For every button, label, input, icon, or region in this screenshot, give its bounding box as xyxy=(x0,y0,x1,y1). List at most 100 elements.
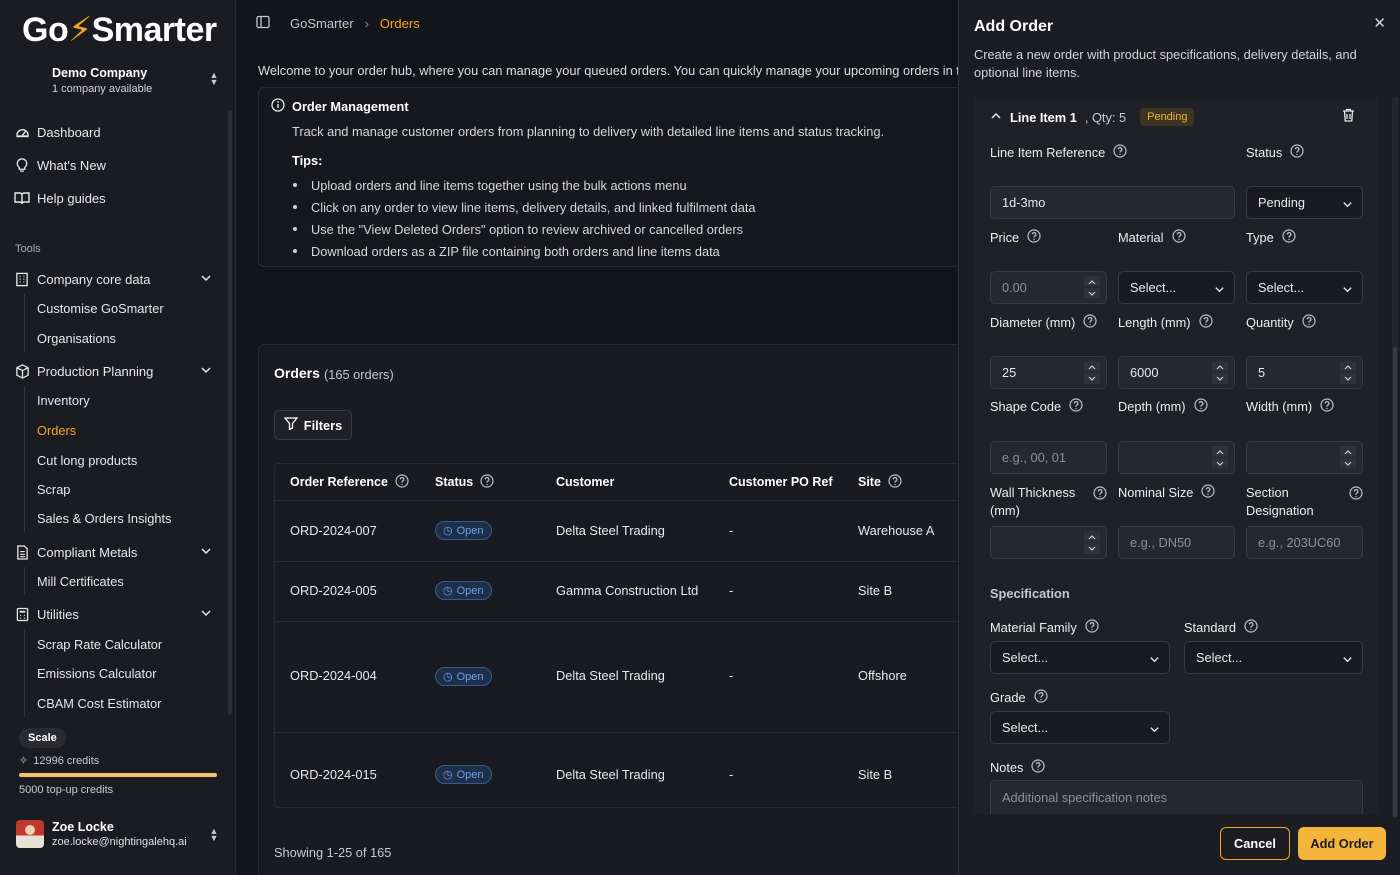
material-select[interactable]: Select... xyxy=(1118,271,1235,304)
column-header-site[interactable]: Site xyxy=(858,464,902,500)
wall-thickness-input[interactable] xyxy=(990,526,1107,559)
sidebar-scrollbar[interactable] xyxy=(228,110,232,715)
sub-cut-long-products[interactable]: Cut long products xyxy=(37,449,137,471)
help-circle-icon[interactable] xyxy=(888,473,902,491)
nominal-size-input[interactable]: e.g., DN50 xyxy=(1118,526,1235,559)
standard-select[interactable]: Select... xyxy=(1184,641,1363,674)
help-circle-icon[interactable] xyxy=(1031,759,1046,776)
help-circle-icon[interactable] xyxy=(1282,229,1296,246)
diameter-input[interactable]: 25 xyxy=(990,356,1107,389)
help-circle-icon[interactable] xyxy=(1320,398,1334,415)
cancel-button[interactable]: Cancel xyxy=(1220,827,1290,860)
chevron-up-icon[interactable] xyxy=(1084,531,1100,542)
drawer-scrollbar[interactable] xyxy=(1392,97,1398,817)
stepper[interactable] xyxy=(1212,361,1228,384)
column-header-status[interactable]: Status xyxy=(435,464,494,500)
width-input[interactable] xyxy=(1246,441,1363,474)
help-circle-icon[interactable] xyxy=(1290,144,1304,161)
filters-button[interactable]: Filters xyxy=(274,410,352,440)
help-circle-icon[interactable] xyxy=(1113,144,1127,161)
grade-select[interactable]: Select... xyxy=(990,711,1170,744)
nav-production-planning[interactable]: Production Planning xyxy=(14,358,220,384)
type-select[interactable]: Select... xyxy=(1246,271,1363,304)
notes-textarea[interactable]: Additional specification notes xyxy=(990,780,1363,814)
column-header-customer[interactable]: Customer xyxy=(556,464,614,500)
stepper[interactable] xyxy=(1212,446,1228,469)
table-row[interactable]: ORD-2024-007 ◷ Open Delta Steel Trading -… xyxy=(275,500,958,561)
help-circle-icon[interactable] xyxy=(1244,619,1258,636)
sub-emissions-calculator[interactable]: Emissions Calculator xyxy=(37,662,156,684)
stepper[interactable] xyxy=(1340,446,1356,469)
sub-scrap[interactable]: Scrap xyxy=(37,478,70,500)
help-circle-icon[interactable] xyxy=(480,473,494,491)
chevron-down-icon[interactable] xyxy=(1212,373,1228,384)
help-circle-icon[interactable] xyxy=(1033,689,1048,706)
chevron-up-icon[interactable] xyxy=(1084,276,1100,287)
nav-utilities[interactable]: Utilities xyxy=(14,601,220,627)
table-row[interactable]: ORD-2024-015 ◷ Open Delta Steel Trading -… xyxy=(275,732,958,807)
sub-cbam-cost-estimator[interactable]: CBAM Cost Estimator xyxy=(37,692,161,714)
drawer-scrollbar-thumb[interactable] xyxy=(1393,347,1397,817)
quantity-input[interactable]: 5 xyxy=(1246,356,1363,389)
close-icon[interactable]: ✕ xyxy=(1373,14,1386,32)
sub-inventory[interactable]: Inventory xyxy=(37,389,90,411)
price-input[interactable]: 0.00 xyxy=(990,271,1107,304)
column-header-customer-po-ref[interactable]: Customer PO Ref xyxy=(729,464,833,500)
add-order-button[interactable]: Add Order xyxy=(1298,827,1386,860)
stepper[interactable] xyxy=(1340,361,1356,384)
help-circle-icon[interactable] xyxy=(1193,398,1208,415)
help-circle-icon[interactable] xyxy=(1349,486,1363,505)
help-circle-icon[interactable] xyxy=(1083,314,1097,331)
sub-mill-certificates[interactable]: Mill Certificates xyxy=(37,570,124,592)
chevron-down-icon[interactable] xyxy=(1340,373,1356,384)
company-switcher[interactable]: Demo Company 1 company available ▲ ▼ xyxy=(14,60,224,102)
chevron-down-icon[interactable] xyxy=(1084,543,1100,554)
chevron-down-icon[interactable] xyxy=(1212,458,1228,469)
chevron-down-icon[interactable] xyxy=(1084,373,1100,384)
stepper[interactable] xyxy=(1084,361,1100,384)
status-select[interactable]: Pending xyxy=(1246,186,1363,219)
nav-help-guides[interactable]: Help guides xyxy=(14,185,220,211)
line-item-header[interactable]: Line Item 1 , Qty: 5 Pending xyxy=(990,107,1195,127)
gosmarter-logo[interactable]: Go⚡Smarter xyxy=(22,10,217,50)
nav-company-core-data[interactable]: Company core data xyxy=(14,266,220,292)
material-family-select[interactable]: Select... xyxy=(990,641,1170,674)
chevron-up-icon[interactable] xyxy=(1084,361,1100,372)
nav-whats-new[interactable]: What's New xyxy=(14,152,220,178)
table-row[interactable]: ORD-2024-004 ◷ Open Delta Steel Trading -… xyxy=(275,621,958,732)
help-circle-icon[interactable] xyxy=(1171,229,1186,246)
sub-sales-orders-insights[interactable]: Sales & Orders Insights xyxy=(37,507,171,529)
trash-icon[interactable] xyxy=(1342,108,1355,125)
depth-input[interactable] xyxy=(1118,441,1235,474)
help-circle-icon[interactable] xyxy=(1069,398,1083,415)
column-header-order-reference[interactable]: Order Reference xyxy=(290,464,409,500)
help-circle-icon[interactable] xyxy=(1085,619,1099,636)
chevron-up-icon[interactable] xyxy=(1212,446,1228,457)
nav-dashboard[interactable]: Dashboard xyxy=(14,119,220,145)
help-circle-icon[interactable] xyxy=(395,473,409,491)
shape-code-input[interactable]: e.g., 00, 01 xyxy=(990,441,1107,474)
breadcrumb-root[interactable]: GoSmarter xyxy=(290,16,354,31)
help-circle-icon[interactable] xyxy=(1027,229,1041,246)
help-circle-icon[interactable] xyxy=(1198,314,1213,331)
sub-orders[interactable]: Orders xyxy=(37,419,76,441)
help-circle-icon[interactable] xyxy=(1302,314,1316,331)
line-item-reference-input[interactable]: 1d-3mo xyxy=(990,186,1235,219)
help-circle-icon[interactable] xyxy=(1093,486,1107,505)
chevron-up-icon[interactable] xyxy=(1212,361,1228,372)
nav-compliant-metals[interactable]: Compliant Metals xyxy=(14,539,220,565)
user-menu[interactable]: Zoe Locke zoe.locke@nightingalehq.ai ▲ ▼ xyxy=(14,816,224,856)
chevron-down-icon[interactable] xyxy=(1084,288,1100,299)
sub-scrap-rate-calculator[interactable]: Scrap Rate Calculator xyxy=(37,633,162,655)
chevron-down-icon[interactable] xyxy=(1340,458,1356,469)
section-designation-input[interactable]: e.g., 203UC60 xyxy=(1246,526,1363,559)
length-input[interactable]: 6000 xyxy=(1118,356,1235,389)
sub-organisations[interactable]: Organisations xyxy=(37,327,116,349)
sidebar-toggle-icon[interactable] xyxy=(256,15,270,32)
chevron-up-icon[interactable] xyxy=(1340,361,1356,372)
chevron-up-icon[interactable] xyxy=(1340,446,1356,457)
stepper[interactable] xyxy=(1084,531,1100,554)
stepper[interactable] xyxy=(1084,276,1100,299)
table-row[interactable]: ORD-2024-005 ◷ Open Gamma Construction Lt… xyxy=(275,561,958,621)
sub-customise-gosmarter[interactable]: Customise GoSmarter xyxy=(37,297,164,319)
